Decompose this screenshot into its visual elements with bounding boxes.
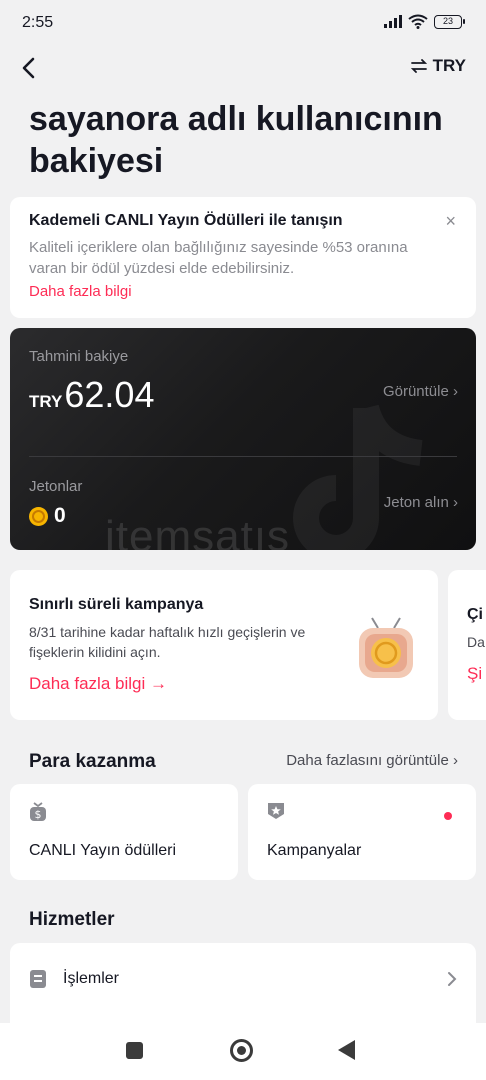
transactions-label: İşlemler bbox=[63, 970, 120, 987]
currency-switch-button[interactable]: TRY bbox=[410, 56, 466, 76]
top-nav: TRY bbox=[0, 46, 486, 90]
promo-title: Kademeli CANLI Yayın Ödülleri ile tanışı… bbox=[29, 212, 343, 229]
campaign-card-next[interactable]: Çi Da Şi bbox=[448, 570, 486, 720]
swap-arrows-icon bbox=[410, 59, 427, 73]
system-back-button[interactable] bbox=[338, 1040, 355, 1060]
back-arrow-icon bbox=[22, 57, 35, 79]
watermark-text: itemsatış bbox=[105, 512, 291, 550]
campaign-description: 8/31 tarihine kadar haftalık hızlı geçiş… bbox=[29, 624, 306, 660]
campaign-card[interactable]: Sınırlı süreli kampanya 8/31 tarihine ka… bbox=[10, 570, 438, 720]
buy-coins-link[interactable]: Jeton alın › bbox=[384, 494, 458, 511]
transactions-row[interactable]: İşlemler bbox=[29, 943, 457, 1015]
campaigns-label: Kampanyalar bbox=[267, 842, 362, 859]
campaign-next-description: Da bbox=[467, 634, 485, 650]
currency-label: TRY bbox=[432, 56, 466, 75]
wifi-icon bbox=[408, 14, 428, 29]
services-card: İşlemler bbox=[10, 943, 476, 1023]
balance-amount: TRY 62.04 bbox=[29, 374, 154, 416]
document-icon bbox=[30, 970, 46, 988]
promo-description: Kaliteli içeriklere olan bağlılığınız sa… bbox=[29, 239, 408, 277]
campaigns-tile[interactable]: Kampanyalar bbox=[248, 784, 476, 880]
earn-section-title: Para kazanma bbox=[29, 751, 156, 772]
notification-dot bbox=[444, 812, 452, 820]
money-bag-icon: $ bbox=[30, 802, 46, 821]
promo-card: Kademeli CANLI Yayın Ödülleri ile tanışı… bbox=[10, 197, 476, 318]
coins-value: 0 bbox=[54, 504, 66, 527]
home-button[interactable] bbox=[230, 1039, 253, 1062]
coins-label: Jetonlar bbox=[29, 478, 83, 495]
coins-count: 0 bbox=[29, 504, 66, 528]
campaign-next-link: Şi bbox=[467, 664, 483, 683]
campaign-next-title: Çi bbox=[467, 606, 483, 623]
svg-text:$: $ bbox=[35, 808, 42, 821]
battery-icon: 23 bbox=[434, 14, 465, 29]
view-balance-link[interactable]: Görüntüle › bbox=[383, 383, 458, 400]
system-nav-bar bbox=[0, 1023, 486, 1080]
tv-coin-icon bbox=[359, 617, 413, 678]
status-bar: 2:55 23 bbox=[0, 0, 486, 46]
signal-icon bbox=[384, 15, 402, 28]
page-title: sayanora adlı kullanıcının bakiyesi bbox=[29, 100, 443, 180]
status-time: 2:55 bbox=[22, 14, 54, 31]
coin-icon bbox=[29, 506, 48, 526]
balance-card: Tahmini bakiye TRY 62.04 Görüntüle › Jet… bbox=[10, 328, 476, 550]
balance-value: 62.04 bbox=[64, 374, 155, 415]
balance-divider bbox=[29, 456, 457, 457]
live-rewards-tile[interactable]: $ CANLI Yayın ödülleri bbox=[10, 784, 238, 880]
close-icon[interactable]: × bbox=[445, 211, 456, 232]
star-badge-icon bbox=[268, 803, 284, 819]
recent-apps-button[interactable] bbox=[126, 1042, 143, 1059]
live-rewards-label: CANLI Yayın ödülleri bbox=[29, 842, 177, 859]
see-more-link[interactable]: Daha fazlasını görüntüle › bbox=[286, 752, 458, 769]
chevron-right-icon bbox=[448, 972, 457, 986]
balance-currency: TRY bbox=[29, 392, 63, 411]
estimated-balance-label: Tahmini bakiye bbox=[29, 348, 129, 365]
back-button[interactable] bbox=[14, 52, 42, 84]
tiktok-logo-icon bbox=[293, 404, 423, 550]
promo-more-info-link[interactable]: Daha fazla bilgi bbox=[29, 283, 457, 300]
campaign-title: Sınırlı süreli kampanya bbox=[29, 596, 204, 613]
status-icons: 23 bbox=[384, 14, 465, 29]
services-section-title: Hizmetler bbox=[29, 909, 115, 930]
